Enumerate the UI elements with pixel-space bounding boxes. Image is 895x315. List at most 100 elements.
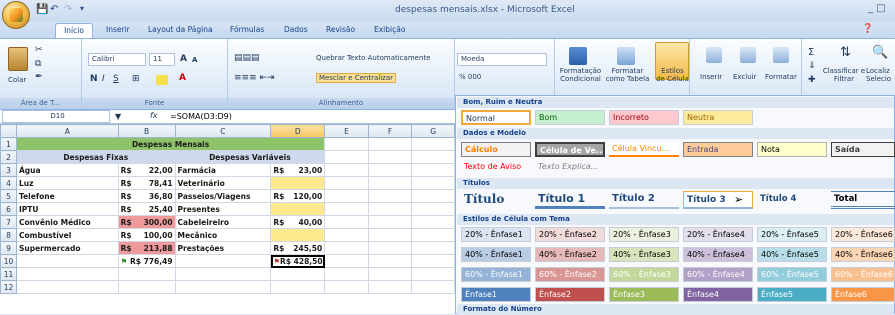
delete-cells-icon[interactable] bbox=[740, 47, 756, 63]
cell[interactable] bbox=[411, 280, 455, 294]
row-header[interactable]: 8 bbox=[0, 228, 17, 242]
cell[interactable] bbox=[411, 241, 455, 255]
total-variable-cell[interactable]: ⚑ R$ 428,50 bbox=[270, 254, 326, 268]
total-fixed-cell[interactable]: ⚑ R$ 776,49 bbox=[117, 254, 176, 268]
tab-layout[interactable]: Layout da Página bbox=[148, 25, 213, 34]
cell[interactable] bbox=[367, 150, 413, 164]
variable-value-cell[interactable] bbox=[270, 202, 326, 216]
cell[interactable] bbox=[367, 215, 413, 229]
sort-filter-button[interactable]: Classificar e Filtrar bbox=[822, 67, 866, 83]
cell[interactable] bbox=[270, 267, 326, 281]
conditional-format-icon[interactable] bbox=[569, 47, 587, 65]
fixed-item-cell[interactable]: Água bbox=[15, 163, 119, 177]
sheet-title-cell[interactable]: Despesas Mensais bbox=[15, 137, 326, 151]
style-40-enfase3[interactable]: 40% - Ênfase3 bbox=[609, 247, 679, 262]
cell[interactable] bbox=[117, 267, 176, 281]
fixed-item-cell[interactable]: Luz bbox=[15, 176, 119, 190]
fixed-value-cell[interactable]: R$ 36,80 bbox=[117, 189, 176, 203]
style-enfase6[interactable]: Ênfase6 bbox=[831, 287, 895, 302]
cell[interactable] bbox=[324, 150, 369, 164]
cell[interactable] bbox=[411, 163, 455, 177]
row-header[interactable]: 10 bbox=[0, 254, 17, 268]
fixed-value-cell[interactable]: R$ 300,00 bbox=[117, 215, 176, 229]
select-all-corner[interactable] bbox=[0, 124, 17, 138]
cell[interactable] bbox=[367, 228, 413, 242]
cell[interactable] bbox=[367, 189, 413, 203]
insert-cells-icon[interactable] bbox=[706, 47, 722, 63]
cell[interactable] bbox=[15, 267, 119, 281]
cut-icon[interactable]: ✂ bbox=[35, 45, 43, 55]
format-as-table-button[interactable]: Formatar como Tabela bbox=[605, 67, 650, 83]
style-titulo-1[interactable]: Título 1 bbox=[535, 191, 605, 209]
row-header[interactable]: 9 bbox=[0, 241, 17, 255]
row-header[interactable]: 7 bbox=[0, 215, 17, 229]
cell[interactable] bbox=[15, 254, 119, 268]
shrink-font-icon[interactable]: A bbox=[192, 56, 197, 64]
style-celula-vinculada[interactable]: Célula Vincu... bbox=[609, 142, 679, 157]
style-60-enfase3[interactable]: 60% - Ênfase3 bbox=[609, 267, 679, 282]
cell[interactable] bbox=[324, 137, 369, 151]
delete-cells-button[interactable]: Excluir bbox=[733, 73, 757, 81]
office-button[interactable] bbox=[2, 1, 30, 29]
fill-icon[interactable]: ⇓ bbox=[808, 61, 816, 71]
style-60-enfase6[interactable]: 60% - Ênfase6 bbox=[831, 267, 895, 282]
fixed-item-cell[interactable]: Convênio Médico bbox=[15, 215, 119, 229]
tab-revisao[interactable]: Revisão bbox=[326, 25, 355, 34]
style-saida[interactable]: Saída bbox=[831, 142, 895, 157]
cell[interactable] bbox=[367, 280, 413, 294]
cell[interactable] bbox=[324, 189, 369, 203]
cell[interactable] bbox=[411, 189, 455, 203]
cell[interactable] bbox=[411, 267, 455, 281]
currency-format-button[interactable]: % 000 bbox=[459, 73, 481, 81]
style-texto-aviso[interactable]: Texto de Aviso bbox=[461, 160, 531, 175]
style-titulo[interactable]: Título bbox=[461, 191, 531, 209]
cell-styles-label[interactable]: Estilos de Célula bbox=[656, 67, 689, 83]
cell[interactable] bbox=[15, 280, 119, 294]
fixed-value-cell[interactable]: R$ 22,00 bbox=[117, 163, 176, 177]
column-header[interactable]: G bbox=[411, 124, 455, 138]
style-entrada[interactable]: Entrada bbox=[683, 142, 753, 157]
paste-icon[interactable] bbox=[8, 47, 28, 71]
fixed-item-cell[interactable]: Combustível bbox=[15, 228, 119, 242]
cell[interactable] bbox=[174, 267, 272, 281]
cell[interactable] bbox=[174, 254, 272, 268]
cell[interactable] bbox=[117, 280, 176, 294]
autosum-icon[interactable]: Σ bbox=[808, 47, 814, 58]
variable-value-cell[interactable]: R$ 245,50 bbox=[270, 241, 326, 255]
font-size-box[interactable]: 11 bbox=[149, 53, 175, 66]
cell[interactable] bbox=[411, 254, 455, 268]
cell[interactable] bbox=[270, 280, 326, 294]
cell[interactable] bbox=[367, 202, 413, 216]
undo-icon[interactable]: ↶ bbox=[50, 4, 58, 15]
cell[interactable] bbox=[367, 163, 413, 177]
style-incorreto[interactable]: Incorreto bbox=[609, 110, 679, 125]
tab-inserir[interactable]: Inserir bbox=[106, 25, 130, 34]
column-header[interactable]: E bbox=[324, 124, 369, 138]
variable-item-cell[interactable]: Mecânico bbox=[174, 228, 272, 242]
format-cells-icon[interactable] bbox=[773, 47, 789, 63]
variable-item-cell[interactable]: Farmácia bbox=[174, 163, 272, 177]
style-titulo-4[interactable]: Título 4 bbox=[757, 191, 827, 209]
cell[interactable] bbox=[411, 150, 455, 164]
style-enfase4[interactable]: Ênfase4 bbox=[683, 287, 753, 302]
font-name-box[interactable]: Calibri bbox=[88, 53, 146, 66]
worksheet-grid[interactable]: A B C D E F G 1 Despesas Mensais 2 Despe… bbox=[0, 124, 455, 314]
style-celula-verificacao[interactable]: Célula de Ve... bbox=[535, 142, 605, 157]
cell[interactable] bbox=[411, 176, 455, 190]
insert-function-icon[interactable]: fx bbox=[150, 111, 158, 120]
find-select-icon[interactable]: 🔍 bbox=[872, 45, 888, 60]
format-cells-button[interactable]: Formatar bbox=[765, 73, 797, 81]
style-40-enfase6[interactable]: 40% - Ênfase6 bbox=[831, 247, 895, 262]
style-calculo[interactable]: Cálculo bbox=[461, 142, 531, 157]
redo-icon[interactable]: ↷ bbox=[64, 4, 72, 15]
minimize-icon[interactable]: _ □ bbox=[868, 3, 886, 14]
align-left-icon[interactable]: ≡≡≡ ⇤⇥ bbox=[234, 73, 275, 83]
variable-item-cell[interactable]: Presentes bbox=[174, 202, 272, 216]
style-neutra[interactable]: Neutra bbox=[683, 110, 753, 125]
variable-value-cell[interactable] bbox=[270, 228, 326, 242]
style-20-enfase5[interactable]: 20% - Ênfase5 bbox=[757, 227, 827, 242]
style-60-enfase5[interactable]: 60% - Ênfase5 bbox=[757, 267, 827, 282]
fixed-item-cell[interactable]: IPTU bbox=[15, 202, 119, 216]
style-enfase1[interactable]: Ênfase1 bbox=[461, 287, 531, 302]
cell[interactable] bbox=[324, 254, 369, 268]
